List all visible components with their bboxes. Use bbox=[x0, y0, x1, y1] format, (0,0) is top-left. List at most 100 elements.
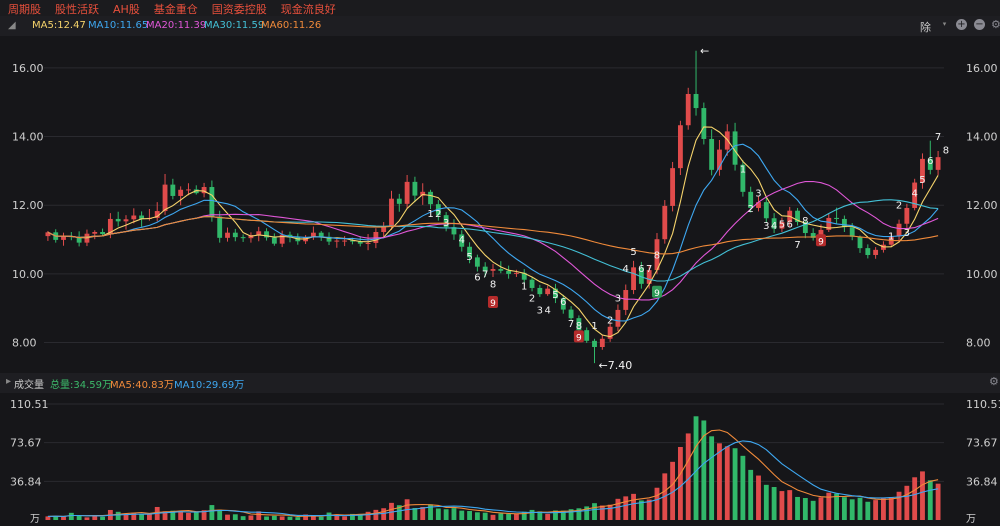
sequence-label: 1 bbox=[591, 321, 597, 332]
candle-body bbox=[701, 108, 707, 139]
volume-bar bbox=[326, 512, 332, 520]
adjust-toggle[interactable]: 除 bbox=[920, 19, 931, 35]
volume-bar bbox=[756, 475, 761, 520]
volume-bar bbox=[631, 493, 636, 520]
volume-bar bbox=[373, 509, 379, 520]
volume-bar bbox=[68, 512, 74, 520]
volume-bar bbox=[506, 513, 512, 520]
volume-bar bbox=[927, 480, 933, 520]
candle-body bbox=[389, 198, 394, 227]
candle-body bbox=[170, 184, 176, 196]
candle-body bbox=[123, 219, 129, 222]
ma10-legend: MA10:11.65 bbox=[88, 20, 149, 31]
candle-body bbox=[186, 189, 191, 191]
candle-body bbox=[162, 184, 168, 212]
volume-bar bbox=[240, 516, 246, 520]
price-tick-left: 8.00 bbox=[12, 337, 37, 350]
candle-body bbox=[217, 216, 223, 238]
volume-bar bbox=[342, 516, 348, 520]
price-tick-right: 10.00 bbox=[966, 268, 998, 281]
volume-settings-icon[interactable]: ⚙ bbox=[989, 375, 999, 388]
low-price-label: ←7.40 bbox=[599, 359, 633, 372]
candle-body bbox=[131, 215, 137, 220]
sequence-label: 2 bbox=[529, 293, 535, 304]
volume-bar bbox=[834, 493, 840, 520]
candle-body bbox=[240, 237, 246, 239]
price-tick-right: 14.00 bbox=[966, 131, 998, 144]
volume-bar bbox=[482, 512, 488, 520]
volume-bar bbox=[615, 498, 621, 520]
sequence-label: 3 bbox=[615, 293, 621, 304]
sequence-label: 5 bbox=[630, 247, 636, 258]
price-tick-left: 12.00 bbox=[12, 199, 44, 212]
volume-bar bbox=[693, 416, 699, 520]
volume-bar bbox=[818, 497, 824, 520]
candle-body bbox=[115, 218, 121, 222]
price-tick-right: 8.00 bbox=[966, 337, 991, 350]
nine-badge-label: 9 bbox=[576, 333, 582, 343]
volume-bar bbox=[490, 514, 496, 520]
sequence-label: 4 bbox=[911, 189, 917, 200]
zoom-in-icon[interactable]: + bbox=[956, 19, 967, 30]
volume-bar bbox=[264, 516, 269, 520]
volume-expand-icon[interactable]: ▸ bbox=[6, 376, 11, 387]
candle-body bbox=[209, 187, 215, 217]
volume-bar bbox=[178, 511, 184, 520]
price-tick-left: 16.00 bbox=[12, 62, 44, 75]
volume-bar bbox=[646, 499, 652, 520]
volume-bar bbox=[225, 514, 230, 520]
volume-total: 总量:34.59万 bbox=[50, 380, 112, 391]
candle-body bbox=[935, 157, 941, 170]
volume-bar bbox=[865, 501, 871, 520]
candle-body bbox=[428, 191, 433, 205]
volume-bar bbox=[459, 510, 465, 520]
sequence-label: 1 bbox=[427, 209, 433, 220]
volume-bar bbox=[904, 485, 910, 520]
sequence-label: 8 bbox=[490, 280, 496, 291]
candle-body bbox=[834, 217, 840, 219]
nine-badge-label: 9 bbox=[490, 299, 496, 309]
sequence-label: 2 bbox=[435, 209, 441, 220]
sequence-label: 3 bbox=[537, 305, 543, 316]
volume-bar bbox=[287, 516, 293, 520]
sequence-label: 7 bbox=[794, 240, 800, 251]
volume-bar bbox=[451, 508, 457, 520]
candle-body bbox=[599, 338, 605, 347]
volume-bar bbox=[873, 500, 879, 520]
candle-body bbox=[100, 231, 105, 235]
candle-body bbox=[412, 181, 418, 196]
volume-bar bbox=[381, 508, 387, 520]
volume-bar bbox=[279, 516, 285, 520]
candle-body bbox=[568, 309, 574, 319]
volume-bar bbox=[443, 509, 449, 520]
volume-bar bbox=[888, 497, 894, 520]
sequence-label: 7 bbox=[646, 264, 652, 275]
volume-bar bbox=[724, 446, 730, 520]
price-tick-right: 16.00 bbox=[966, 62, 998, 75]
volume-tick-right: 36.84 bbox=[966, 475, 998, 488]
volume-bar bbox=[795, 496, 800, 520]
volume-bar bbox=[740, 455, 746, 520]
candle-body bbox=[849, 227, 855, 237]
chevron-down-icon[interactable]: ▾ bbox=[939, 19, 950, 30]
sequence-label: 4 bbox=[623, 264, 629, 275]
sequence-label: 3 bbox=[904, 228, 910, 239]
settings-icon[interactable]: ⚙ bbox=[991, 19, 1000, 30]
sequence-label: 6 bbox=[474, 273, 480, 284]
collapse-icon[interactable]: ◢ bbox=[8, 20, 16, 31]
volume-bar bbox=[748, 469, 754, 520]
candle-body bbox=[592, 340, 597, 347]
high-price-label: ← bbox=[700, 45, 709, 58]
volume-bar bbox=[186, 512, 191, 520]
sequence-label: 7 bbox=[935, 132, 941, 143]
volume-bar bbox=[841, 497, 847, 520]
price-tick-left: 10.00 bbox=[12, 268, 44, 281]
volume-ma10: MA10:29.69万 bbox=[174, 380, 245, 391]
candle-body bbox=[225, 232, 230, 238]
sequence-label: 4 bbox=[459, 235, 465, 246]
zoom-out-icon[interactable]: − bbox=[974, 19, 985, 30]
candle-body bbox=[334, 240, 340, 242]
volume-bar bbox=[271, 515, 277, 520]
price-tick-right: 12.00 bbox=[966, 199, 998, 212]
candle-body bbox=[896, 223, 902, 237]
